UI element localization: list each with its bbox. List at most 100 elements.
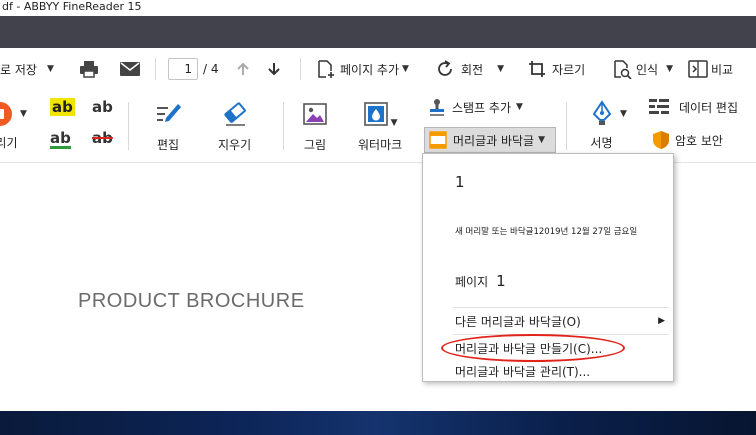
add-page-button[interactable]: 페이지 추가 ▼ [316,48,409,90]
edit-label: 편집 [156,138,180,152]
stamp-icon [430,99,444,116]
menu-item-manage-label: 머리글과 바닥글 관리(T)... [455,364,591,379]
menu-item-preset-3-number: 1 [496,272,506,290]
annotate-button[interactable]: ▼ 리기 [0,100,27,151]
arrow-down-icon [268,63,280,76]
save-as-button[interactable]: 로 저장 ▼ [0,48,54,90]
data-edit-button[interactable]: 데이터 편집 [648,98,738,116]
print-button[interactable] [79,48,99,90]
underline-button[interactable]: ab [50,130,71,149]
image-label: 그림 [303,138,327,152]
page-number-input[interactable] [168,58,198,80]
menu-item-other-label: 다른 머리글과 바닥글(O) [455,314,581,329]
chevron-down-icon: ▼ [497,64,505,74]
document-banner-image [0,411,756,435]
mail-icon [120,62,140,76]
add-page-label: 페이지 추가 [340,62,400,77]
edit-button[interactable]: 편집 [154,100,182,153]
strikethrough-icon: ab [92,129,113,147]
shield-icon [653,131,669,149]
sign-label: 서명 [590,136,613,150]
annotation-icon [0,102,12,126]
email-button[interactable] [120,48,140,90]
rotate-icon [438,60,452,76]
rotate-label: 회전 [461,62,484,77]
window-title: df - ABBYY FineReader 15 [0,0,756,16]
document-title-text: PRODUCT BROCHURE [78,290,305,312]
save-as-label: 로 저장 [0,62,37,77]
ribbon-separator [566,102,567,150]
watermark-label: 워터마크 [358,138,403,152]
menu-bar [0,16,756,48]
printer-icon [80,61,98,78]
edit-icon [157,104,181,122]
toolbar-separator [155,58,156,80]
crop-icon [529,61,545,77]
chevron-down-icon: ▼ [20,109,27,119]
annotate-label: 리기 [0,136,18,150]
chevron-down-icon: ▼ [390,118,398,128]
highlight-icon: ab [50,98,75,116]
recognize-label: 인식 [636,62,659,77]
data-edit-icon [649,99,669,114]
submenu-arrow-icon: ▶ [658,316,665,326]
menu-item-manage-headers-footers[interactable]: 머리글과 바닥글 관리(T)... [423,361,673,381]
edit-ribbon: ▼ 리기 ab ab ab ab 편집 지우기 그림 ▼ 워터마크 스탬프 추가… [0,90,756,162]
header-footer-label: 머리글과 바닥글 [453,133,535,148]
page-number-group: / 4 [168,48,219,90]
menu-item-other-headers-footers[interactable]: 다른 머리글과 바닥글(O) ▶ [423,311,673,331]
crop-label: 자르기 [552,62,586,77]
chevron-down-icon: ▼ [666,64,674,74]
toolbar-separator [300,58,301,80]
pen-nib-icon [592,100,612,125]
arrow-up-icon [237,62,249,75]
highlight-circle-annotation [441,334,625,362]
chevron-down-icon: ▼ [516,102,523,112]
menu-separator [453,307,669,308]
chevron-down-icon: ▼ [402,64,409,74]
watermark-icon [363,102,388,126]
rotate-button[interactable]: 회전 ▼ [436,48,504,90]
add-stamp-button[interactable]: 스탬프 추가 ▼ [428,98,523,116]
data-edit-label: 데이터 편집 [679,100,739,115]
password-protect-button[interactable]: 암호 보안 [652,130,723,150]
crop-button[interactable]: 자르기 [528,48,585,90]
compare-label: 비교 [711,62,734,77]
password-protect-label: 암호 보안 [675,133,723,148]
image-icon [303,103,327,125]
menu-item-preset-1[interactable]: 1 [423,168,673,196]
menu-item-preset-1-label: 1 [455,173,465,191]
chevron-down-icon: ▼ [538,135,546,145]
header-footer-icon [429,131,447,149]
menu-item-preset-3[interactable]: 페이지 1 [423,266,673,296]
header-footer-button[interactable]: 머리글과 바닥글 ▼ [424,127,556,153]
chevron-down-icon: ▼ [46,64,54,74]
ribbon-separator [283,102,284,150]
compare-button[interactable]: 비교 [688,48,733,90]
recognize-icon [614,60,632,79]
erase-label: 지우기 [218,138,252,152]
watermark-button[interactable]: ▼ 워터마크 [358,100,402,153]
compare-icon [688,60,708,78]
add-stamp-label: 스탬프 추가 [452,100,512,115]
main-toolbar: 로 저장 ▼ / 4 [0,48,756,90]
highlight-button[interactable]: ab [50,98,75,116]
chevron-down-icon: ▼ [620,109,627,119]
add-page-icon [318,60,334,78]
image-button[interactable]: 그림 [302,100,328,153]
strikethrough-button[interactable]: ab [92,130,113,146]
erase-button[interactable]: 지우기 [218,100,251,153]
sign-button[interactable]: ▼ 서명 [590,100,627,151]
recognize-button[interactable]: 인식 ▼ [612,48,673,90]
eraser-icon [223,102,246,126]
text-color-button[interactable]: ab [92,98,113,116]
ribbon-separator [128,102,129,150]
menu-item-preset-3-prefix: 페이지 [455,274,489,289]
menu-item-preset-2-label: 새 머리말 또는 바닥글12019년 12월 27일 금요일 [455,227,638,237]
underline-icon: ab [50,129,71,149]
page-total: / 4 [203,62,219,76]
text-color-icon: ab [92,98,113,116]
menu-item-preset-2[interactable]: 새 머리말 또는 바닥글12019년 12월 27일 금요일 [423,216,673,246]
next-page-button[interactable] [268,48,280,90]
previous-page-button[interactable] [237,48,249,90]
